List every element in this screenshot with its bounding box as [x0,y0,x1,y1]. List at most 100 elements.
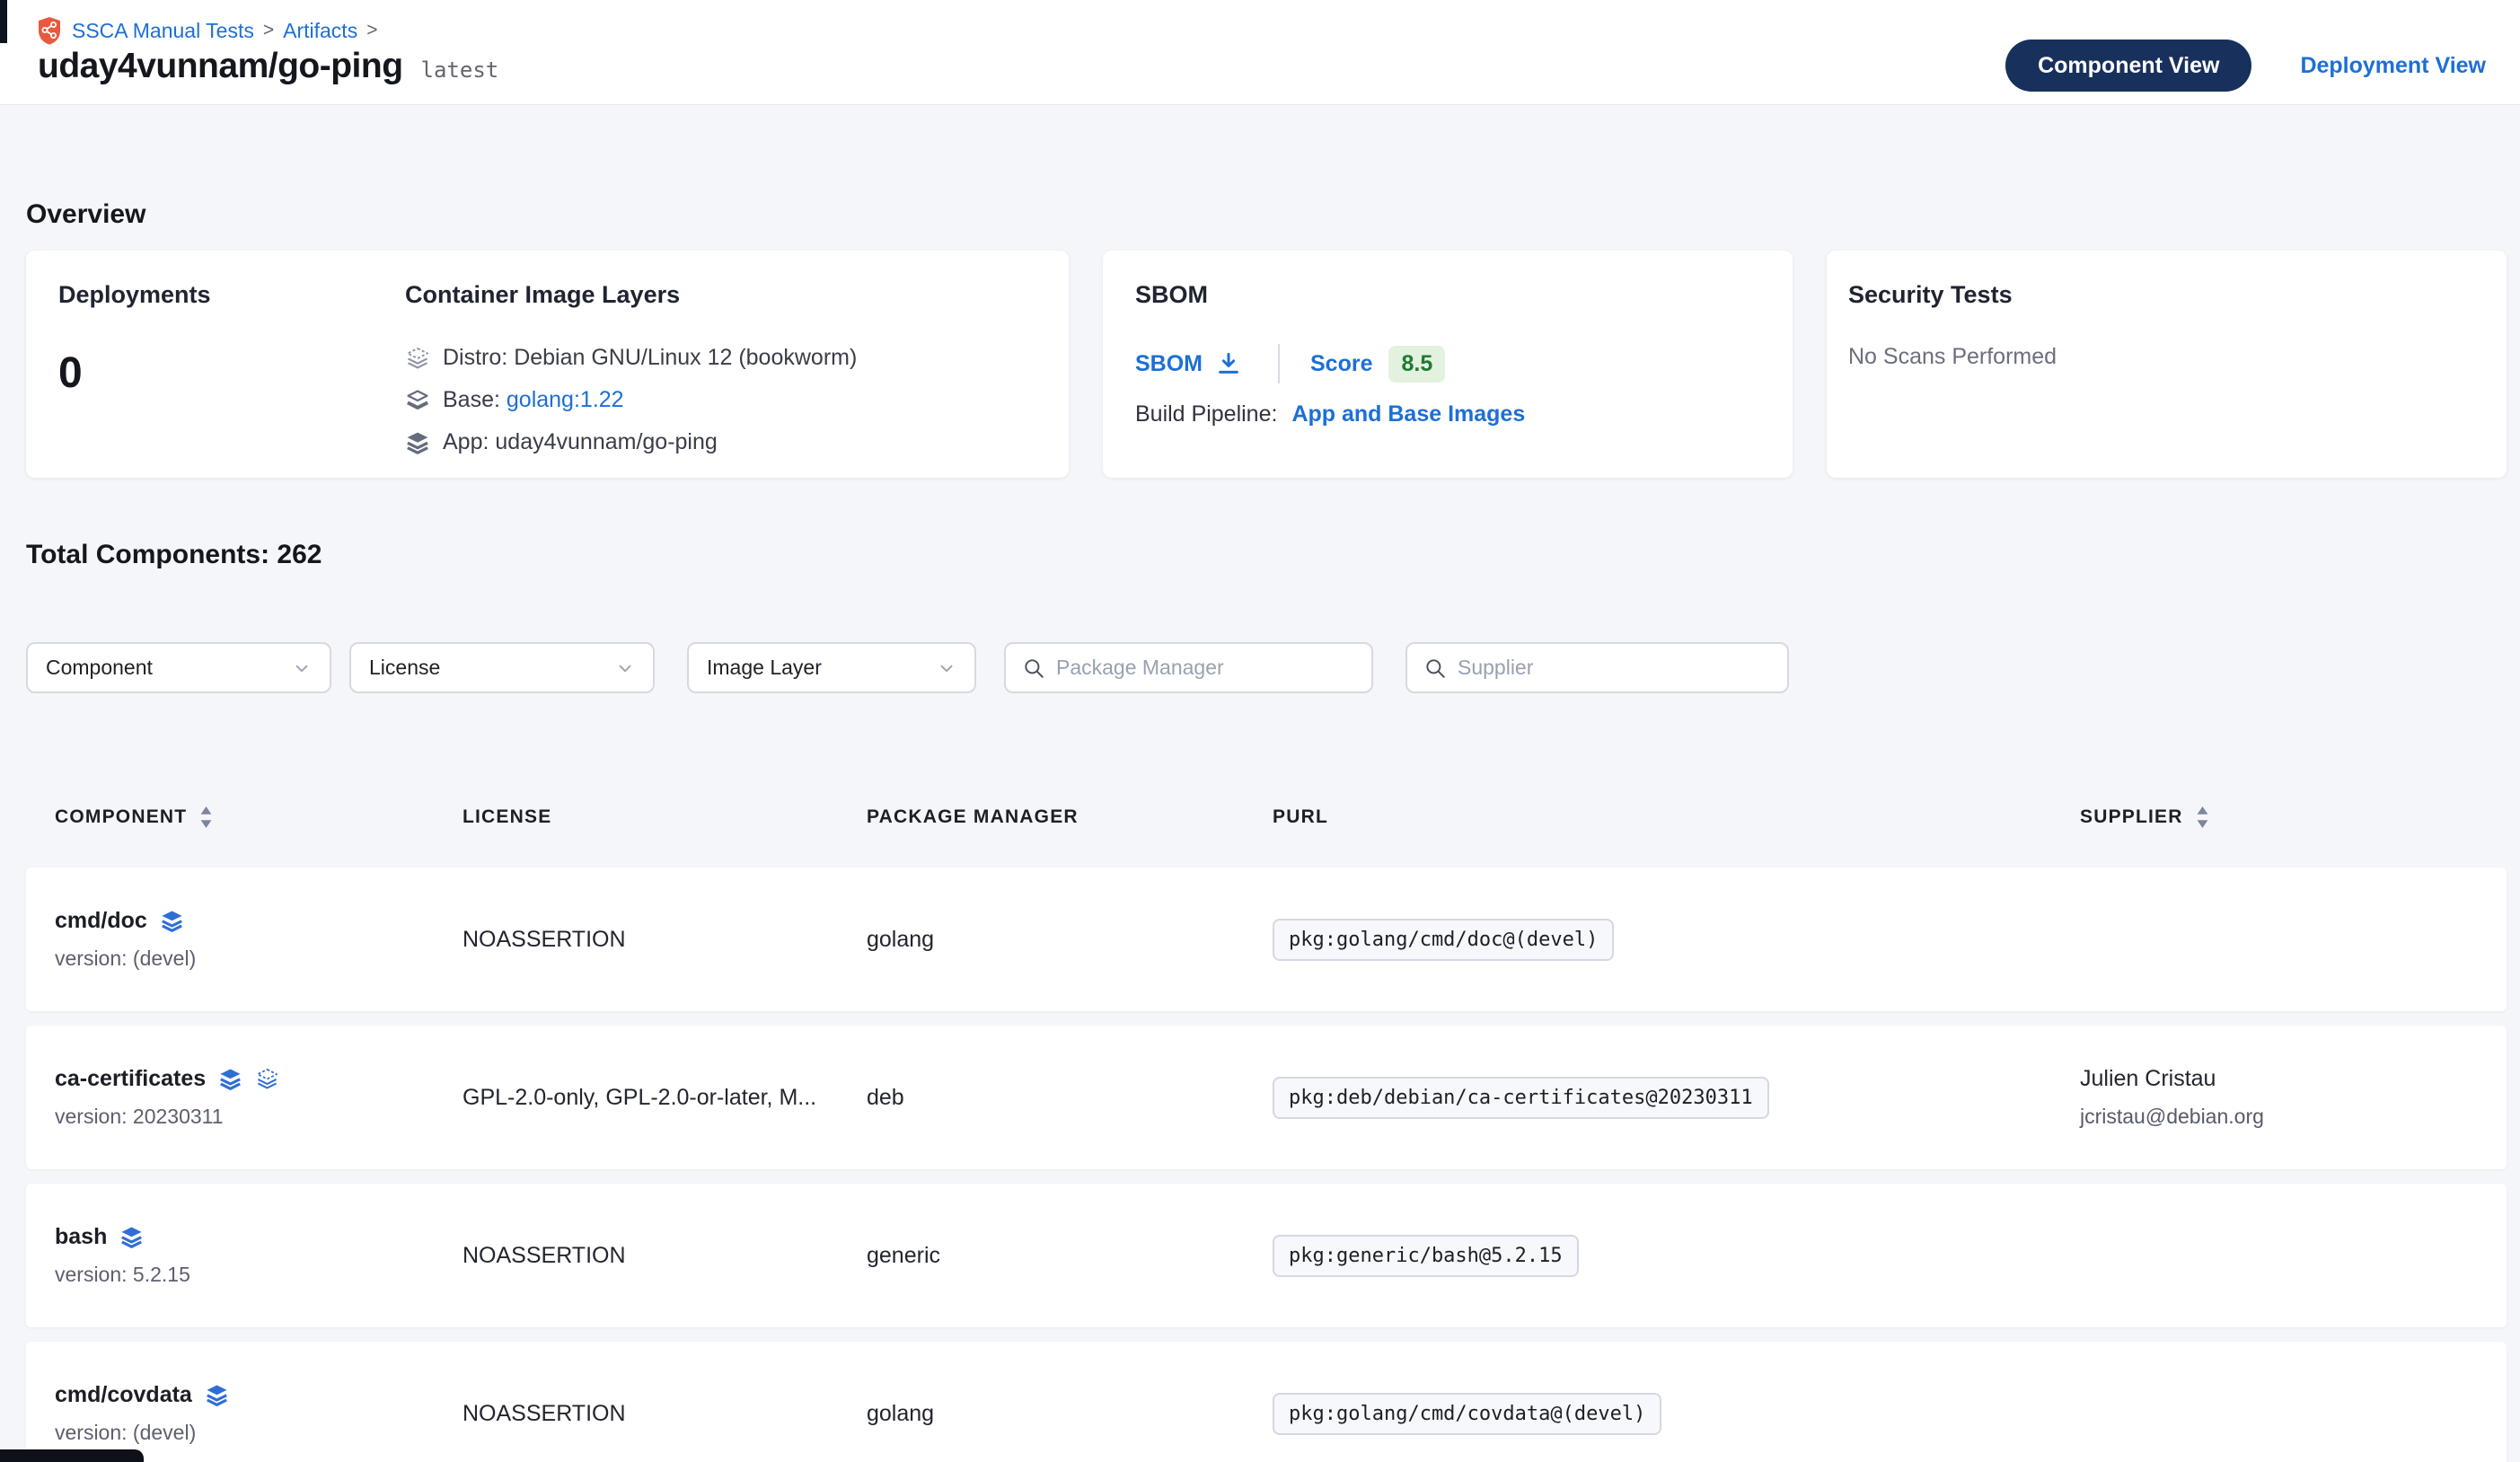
component-version: version: 5.2.15 [55,1263,190,1287]
image-layers-title: Container Image Layers [405,281,857,309]
purl-pill[interactable]: pkg:generic/bash@5.2.15 [1273,1235,1579,1277]
deployments-label: Deployments [58,281,211,309]
component-name: cmd/doc [55,908,147,934]
breadcrumb-artifacts-link[interactable]: Artifacts [283,19,357,43]
component-filter-select[interactable]: Component [26,642,331,693]
supplier-cell: Julien Cristau jcristau@debian.org [2080,1026,2507,1169]
header-license-label: LICENSE [463,806,551,828]
download-icon [1215,350,1242,377]
title-row: uday4vunnam/go-ping latest [38,47,498,86]
package-manager-cell: generic [867,1184,1273,1327]
purl-pill[interactable]: pkg:golang/cmd/covdata@(devel) [1273,1393,1661,1435]
supplier-name: Julien Cristau [2080,1066,2216,1092]
chevron-down-icon [292,658,312,678]
component-cell: ca-certificates version: 20230311 [55,1026,463,1169]
component-version: version: 20230311 [55,1105,224,1129]
help-widget[interactable] [0,1449,144,1462]
page-title: uday4vunnam/go-ping [38,47,403,86]
supplier-search-input[interactable] [1458,656,1773,680]
chevron-down-icon [937,658,956,678]
sbom-download-label: SBOM [1135,351,1203,377]
header-package-manager: PACKAGE MANAGER [867,806,1273,828]
security-tests-title: Security Tests [1848,281,2013,309]
deployments-count: 0 [58,348,211,398]
distro-value: Debian GNU/Linux 12 (bookworm) [514,345,857,370]
app-value: uday4vunnam/go-ping [495,429,717,454]
license-filter-label: License [369,656,615,680]
image-layer-filter-select[interactable]: Image Layer [687,642,976,693]
total-components-heading: Total Components: 262 [26,539,2507,571]
component-filter-label: Component [46,656,292,680]
supplier-cell [2080,868,2507,1011]
header-supplier-label: SUPPLIER [2080,806,2183,828]
component-view-button[interactable]: Component View [2005,40,2251,92]
purl-pill[interactable]: pkg:deb/debian/ca-certificates@20230311 [1273,1077,1769,1119]
base-label: Base: [443,387,500,412]
deployment-view-link[interactable]: Deployment View [2300,53,2486,79]
sbom-card: SBOM SBOM Score 8.5 Build Pipeline: App … [1103,251,1793,478]
layers-half-icon [405,388,430,413]
purl-pill[interactable]: pkg:golang/cmd/doc@(devel) [1273,919,1614,961]
license-cell: GPL-2.0-only, GPL-2.0-or-later, M... [463,1026,867,1169]
app-layer-icon [119,1225,144,1249]
app-layer-icon [205,1383,229,1407]
overview-heading: Overview [26,198,2507,231]
components-table: cmd/doc version: (devel) NOASSERTION gol… [26,868,2507,1462]
table-row[interactable]: bash version: 5.2.15 NOASSERTION generic… [26,1184,2507,1327]
header-purl-label: PURL [1273,806,1328,828]
component-cell: cmd/covdata version: (devel) [55,1342,463,1462]
component-cell: cmd/doc version: (devel) [55,868,463,1011]
sbom-download-link[interactable]: SBOM [1135,350,1242,377]
package-manager-search-input[interactable] [1056,656,1357,680]
app-layer-row: App: uday4vunnam/go-ping [405,429,857,455]
table-row[interactable]: cmd/covdata version: (devel) NOASSERTION… [26,1342,2507,1462]
app-label: App: [443,429,489,454]
sbom-score-badge: 8.5 [1388,346,1445,383]
deployments-layers-card: Deployments 0 Container Image Layers Dis… [26,251,1069,478]
component-name: cmd/covdata [55,1382,192,1408]
artifact-detail-page: { "breadcrumb": { "sep": ">", "items": [… [0,0,2520,1462]
license-cell: NOASSERTION [463,868,867,1011]
supplier-cell [2080,1184,2507,1327]
table-header: COMPONENT LICENSE PACKAGE MANAGER PURL S… [26,790,2507,844]
security-tests-card: Security Tests No Scans Performed [1827,251,2507,478]
image-layers-block: Container Image Layers Distro: Debian GN… [405,281,857,455]
package-manager-search [1004,642,1373,693]
view-toggle: Component View Deployment View [2005,40,2486,92]
divider [1278,344,1280,383]
security-tests-message: No Scans Performed [1848,344,2057,370]
deployments-block: Deployments 0 [58,281,211,398]
layers-outline-icon [405,346,430,371]
supplier-search [1405,642,1789,693]
component-name: bash [55,1224,107,1250]
chevron-down-icon [615,658,635,678]
table-row[interactable]: cmd/doc version: (devel) NOASSERTION gol… [26,868,2507,1011]
overview-cards: Deployments 0 Container Image Layers Dis… [26,251,2507,478]
header-purl: PURL [1273,806,2080,828]
build-pipeline-link[interactable]: App and Base Images [1291,401,1525,427]
table-row[interactable]: ca-certificates version: 20230311 GPL-2.… [26,1026,2507,1169]
header-supplier: SUPPLIER [2080,806,2507,828]
component-version: version: (devel) [55,947,196,971]
side-nav-edge[interactable] [0,0,7,43]
image-layer-filter-label: Image Layer [707,656,937,680]
purl-cell: pkg:golang/cmd/doc@(devel) [1273,868,2080,1011]
component-cell: bash version: 5.2.15 [55,1184,463,1327]
search-icon [1423,656,1447,680]
component-version: version: (devel) [55,1421,196,1445]
license-filter-select[interactable]: License [349,642,655,693]
sort-icon[interactable] [2196,806,2209,828]
breadcrumb-project-link[interactable]: SSCA Manual Tests [72,19,254,43]
purl-cell: pkg:golang/cmd/covdata@(devel) [1273,1342,2080,1462]
top-bar: SSCA Manual Tests > Artifacts > uday4vun… [0,0,2520,105]
breadcrumb: SSCA Manual Tests > Artifacts > [36,16,377,45]
header-component-label: COMPONENT [55,806,187,828]
main-content: Overview Deployments 0 Container Image L… [0,198,2520,1462]
base-image-link[interactable]: golang:1.22 [507,387,624,412]
supplier-cell [2080,1342,2507,1462]
distro-label: Distro: [443,345,507,370]
search-icon [1022,656,1045,680]
sbom-score-label: Score [1310,351,1372,377]
license-cell: NOASSERTION [463,1342,867,1462]
sort-icon[interactable] [199,806,213,828]
